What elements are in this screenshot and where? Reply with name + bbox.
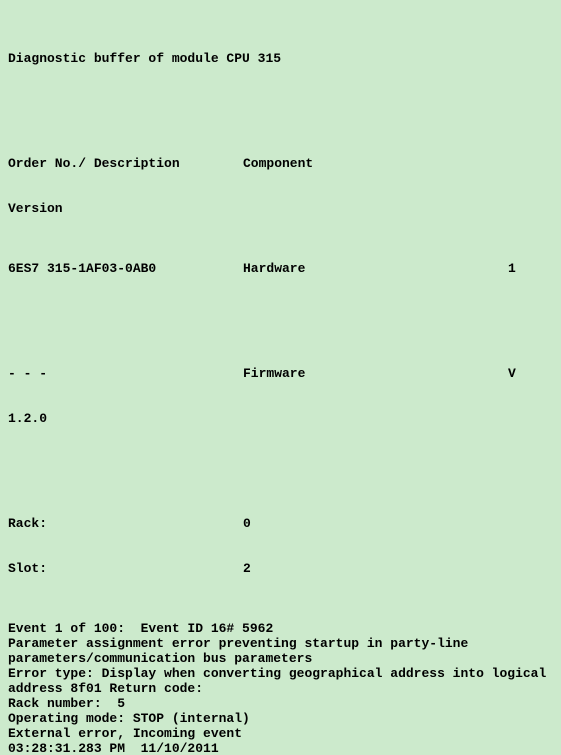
order-number: 6ES7 315-1AF03-0AB0 [8, 261, 243, 276]
slot-row: Slot:2 [8, 561, 553, 576]
rack-row: Rack:0 [8, 516, 553, 531]
rack-label: Rack: [8, 516, 243, 531]
event-line: parameters/communication bus parameters [8, 651, 553, 666]
event-line: 03:28:31.283 PM 11/10/2011 [8, 741, 553, 755]
col-header-order: Order No./ Description [8, 156, 243, 171]
blank-line [8, 96, 553, 111]
component-firmware: Firmware [243, 366, 508, 381]
event-line: Rack number: 5 [8, 696, 553, 711]
event-entry: Event 1 of 100: Event ID 16# 5962Paramet… [8, 621, 553, 755]
version-firmware-value: 1.2.0 [8, 411, 553, 426]
diagnostic-buffer-screen: Diagnostic buffer of module CPU 315 Orde… [0, 0, 561, 755]
blank-line [8, 456, 553, 471]
event-line: External error, Incoming event [8, 726, 553, 741]
table-header-row: Order No./ DescriptionComponent [8, 156, 553, 171]
col-header-version: Version [8, 201, 553, 216]
version-firmware-prefix: V [508, 366, 516, 381]
page-title: Diagnostic buffer of module CPU 315 [8, 51, 553, 66]
rack-value: 0 [243, 516, 251, 531]
slot-value: 2 [243, 561, 251, 576]
module-row-firmware: - - -FirmwareV [8, 366, 553, 381]
event-line: Parameter assignment error preventing st… [8, 636, 553, 651]
events-container: Event 1 of 100: Event ID 16# 5962Paramet… [8, 621, 553, 755]
version-hardware: 1 [508, 261, 516, 276]
event-line: Error type: Display when converting geog… [8, 666, 553, 681]
module-row-hardware: 6ES7 315-1AF03-0AB0Hardware1 [8, 261, 553, 276]
event-line: Operating mode: STOP (internal) [8, 711, 553, 726]
slot-label: Slot: [8, 561, 243, 576]
event-header: Event 1 of 100: Event ID 16# 5962 [8, 621, 553, 636]
event-line: address 8f01 Return code: [8, 681, 553, 696]
component-hardware: Hardware [243, 261, 508, 276]
col-header-component: Component [243, 156, 508, 171]
blank-line [8, 306, 553, 321]
order-firmware: - - - [8, 366, 243, 381]
